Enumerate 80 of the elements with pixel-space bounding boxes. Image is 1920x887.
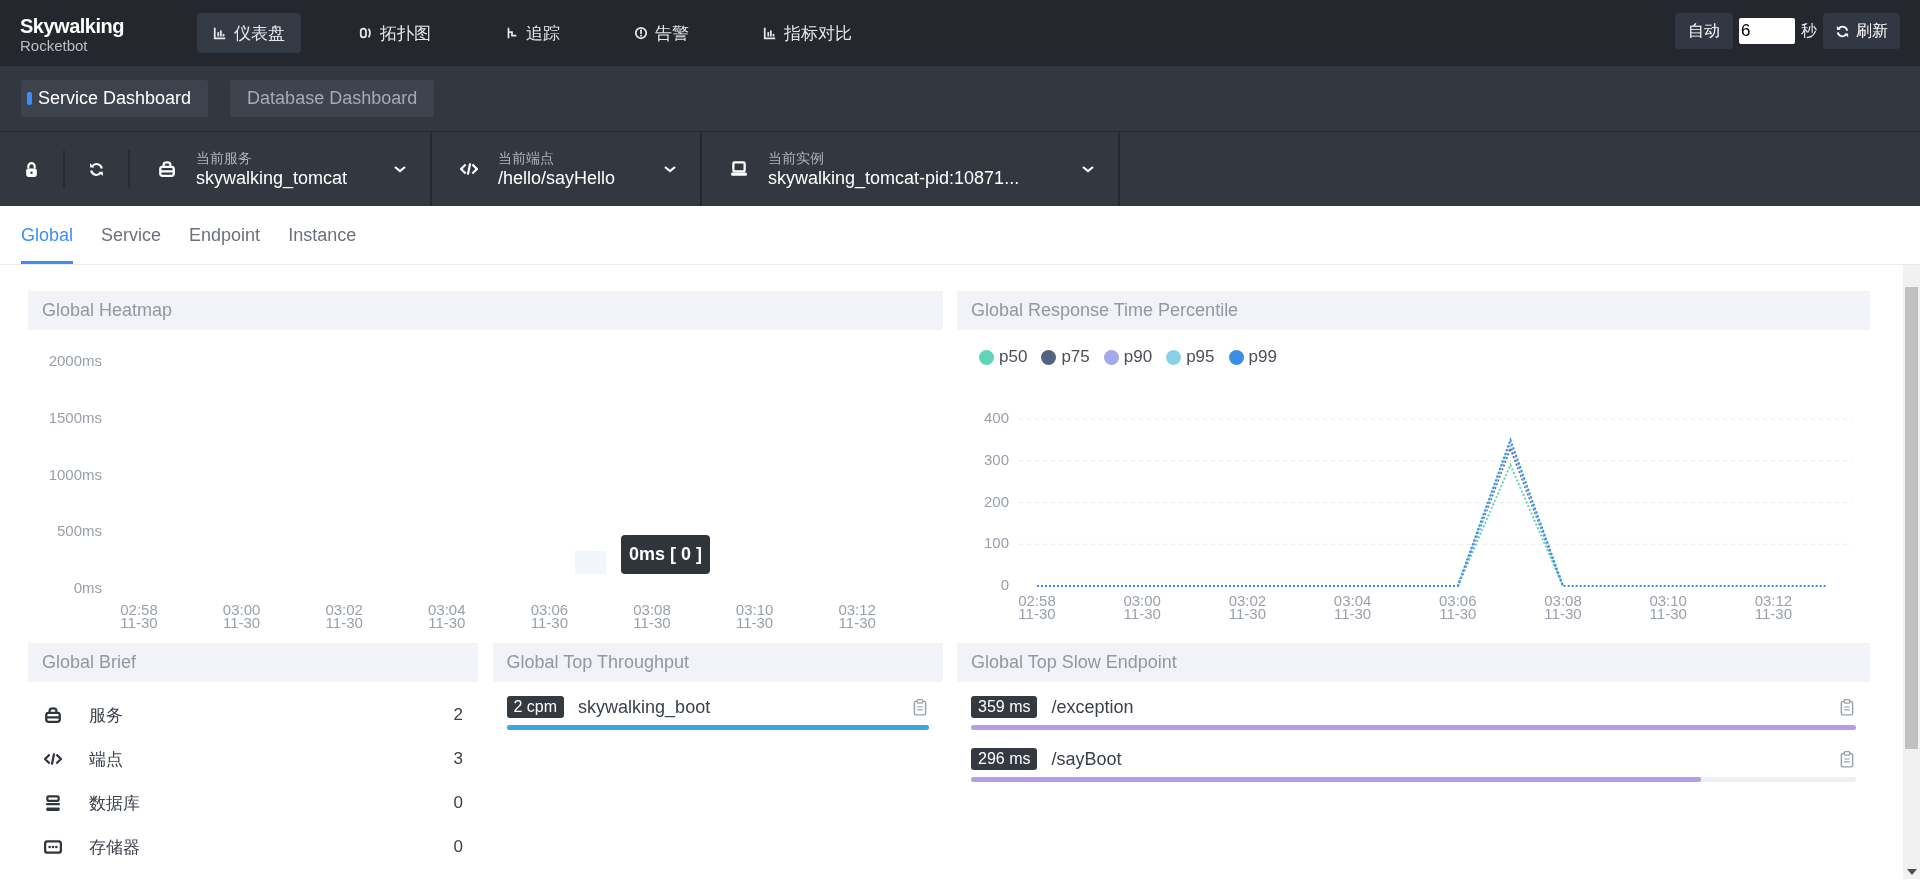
briefcase-icon xyxy=(158,160,176,178)
axis-label: 02:58 11-30 xyxy=(1018,592,1056,622)
branch-icon xyxy=(505,26,519,40)
nav-item[interactable]: 拓扑图 xyxy=(343,13,447,53)
axis-label: 1500ms xyxy=(48,408,102,426)
alert-icon xyxy=(634,26,648,40)
refresh-button[interactable]: 刷新 xyxy=(1823,13,1900,49)
endpoint-name: /exception xyxy=(1051,696,1135,718)
panel-header: Global Brief xyxy=(28,643,478,682)
axis-label: 03:00 11-30 xyxy=(1123,592,1161,622)
refresh-icon xyxy=(88,160,105,178)
code-icon xyxy=(460,160,478,178)
axis-label: 0ms xyxy=(73,579,102,596)
legend-label: p50 xyxy=(999,347,1028,367)
dashboard-tab[interactable]: Service Dashboard xyxy=(21,80,209,117)
axis-label: 2000ms xyxy=(48,352,102,369)
brief-label: 服务 xyxy=(89,704,124,727)
legend-label: p95 xyxy=(1186,347,1215,367)
service-selector[interactable]: 当前服务 skywalking_tomcat xyxy=(130,132,432,206)
tooltip: 0ms [ 0 ] xyxy=(621,535,711,574)
axis-label: 03:02 11-30 xyxy=(1228,592,1267,622)
brief-label: 数据库 xyxy=(89,792,141,815)
legend-label: p75 xyxy=(1061,347,1090,367)
axis-label: 03:12 11-30 xyxy=(1754,592,1793,622)
bar-chart-icon xyxy=(763,26,777,40)
axis-label: 400 xyxy=(983,409,1009,426)
value-badge: 296 ms xyxy=(971,748,1038,770)
tab[interactable]: Endpoint xyxy=(189,209,261,264)
value-badge: 2 cpm xyxy=(506,696,565,718)
brief-label: 端点 xyxy=(89,748,124,771)
brief-label: 存储器 xyxy=(89,836,141,859)
axis-label: 100 xyxy=(983,534,1009,552)
nav-item[interactable]: 告警 xyxy=(618,13,705,53)
scrollbar[interactable] xyxy=(1903,265,1920,879)
unit-label: 秒 xyxy=(1801,20,1817,41)
axis-label: 03:08 11-30 xyxy=(1544,592,1582,622)
instance-selector[interactable]: 当前实例 skywalking_tomcat-pid:10871... xyxy=(702,132,1120,206)
nav-item[interactable]: 指标对比 xyxy=(747,13,868,53)
panel-header: Global Response Time Percentile xyxy=(957,291,1870,330)
axis-label: 500ms xyxy=(56,522,102,540)
interval-field[interactable]: 6 xyxy=(1739,18,1795,44)
refresh-icon xyxy=(1835,23,1850,39)
legend-label: p99 xyxy=(1248,347,1277,367)
topology-icon xyxy=(359,26,373,40)
endpoint-name: /sayBoot xyxy=(1051,748,1123,770)
axis-label: 03:10 11-30 xyxy=(1649,592,1687,622)
briefcase-icon xyxy=(44,706,62,724)
brief-count: 0 xyxy=(453,837,463,857)
logo-subtitle: Rocketbot xyxy=(20,37,88,55)
axis-label: 300 xyxy=(983,450,1009,468)
bar-chart-icon xyxy=(213,26,227,40)
axis-label: 0 xyxy=(1000,576,1009,593)
clipboard-icon[interactable] xyxy=(1838,698,1856,716)
axis-label: 03:06 11-30 xyxy=(1439,592,1477,622)
clipboard-icon[interactable] xyxy=(1838,750,1856,768)
laptop-icon xyxy=(730,160,748,178)
panel-header: Global Top Throughput xyxy=(492,643,943,682)
panel-header: Global Top Slow Endpoint xyxy=(957,643,1870,682)
nav-item[interactable]: 追踪 xyxy=(489,13,576,53)
brief-count: 3 xyxy=(453,749,463,769)
tab[interactable]: Service xyxy=(101,209,162,264)
code-icon xyxy=(44,750,62,768)
storage-icon xyxy=(44,838,62,856)
endpoint-selector[interactable]: 当前端点 /hello/sayHello xyxy=(432,132,702,206)
database-icon xyxy=(44,794,62,812)
axis-label: 03:04 11-30 xyxy=(1333,592,1372,622)
nav-item[interactable]: 仪表盘 xyxy=(197,13,301,53)
brief-count: 0 xyxy=(453,793,463,813)
dashboard-tab[interactable]: Database Dashboard xyxy=(230,80,435,117)
logo: Skywalking xyxy=(20,15,124,37)
lock-icon xyxy=(23,160,40,178)
legend-label: p90 xyxy=(1123,347,1153,367)
axis-label: 200 xyxy=(983,492,1009,510)
service-name: skywalking_boot xyxy=(578,696,712,718)
auto-button[interactable]: 自动 xyxy=(1675,13,1733,49)
brief-count: 2 xyxy=(453,705,463,725)
axis-label: 1000ms xyxy=(48,465,102,483)
panel-header: Global Heatmap xyxy=(28,291,943,330)
tab[interactable]: Instance xyxy=(288,209,357,264)
value-badge: 359 ms xyxy=(971,696,1038,718)
